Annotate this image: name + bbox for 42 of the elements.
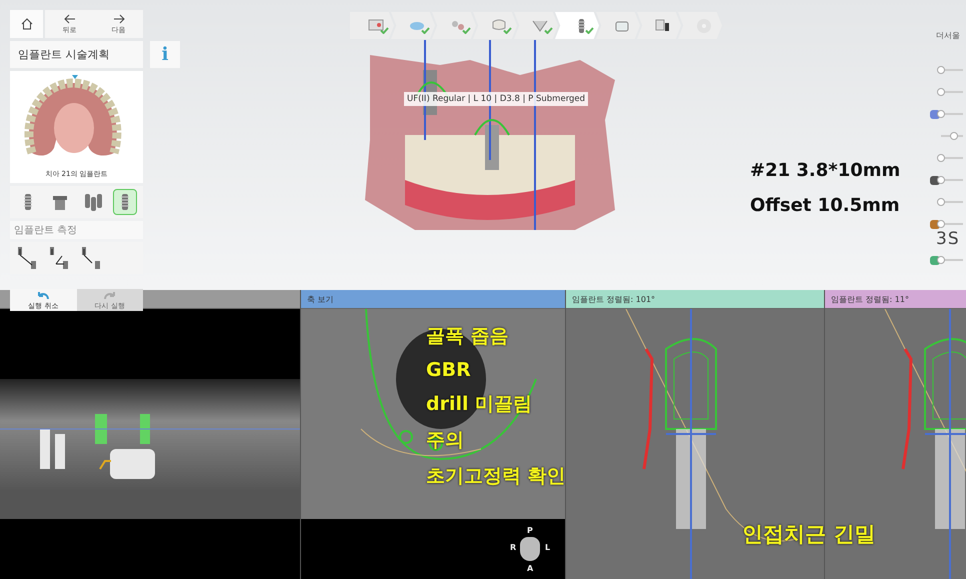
measure-tool-button[interactable]: [16, 246, 38, 270]
slider-thumb[interactable]: [937, 198, 945, 206]
annotation-note: 골폭 좁음: [426, 324, 510, 349]
home-icon: [20, 18, 32, 30]
slider-thumb[interactable]: [937, 154, 945, 162]
view-title: 임플란트 정렬됨: 101°: [572, 294, 656, 304]
workflow-step[interactable]: [637, 12, 681, 39]
arrow-icon: [112, 14, 124, 24]
redo-arrow-icon: [102, 290, 117, 300]
slider-thumb[interactable]: [937, 220, 945, 228]
slider-thumb[interactable]: [937, 66, 945, 74]
view-title: 임플란트 정렬됨: 11°: [831, 294, 909, 304]
section-title: 임플란트 측정: [10, 221, 143, 239]
orientation-label: A: [527, 564, 534, 573]
measure-icon: [48, 246, 70, 270]
implant-tool-button[interactable]: [114, 190, 136, 214]
slider-thumb[interactable]: [950, 132, 958, 140]
arrow-icon: [64, 14, 76, 24]
annotation-note: 초기고정력 확인: [426, 464, 565, 489]
undo-arrow-icon: [36, 290, 50, 300]
implant-icon: [82, 191, 103, 213]
slider-thumb[interactable]: [937, 176, 945, 184]
home-button[interactable]: [10, 10, 43, 38]
slider-thumb[interactable]: [937, 88, 945, 96]
annotation-text: Offset 10.5mm: [750, 195, 900, 216]
measure-icon: [16, 246, 38, 270]
panel-title: 임플란트 시술계획: [10, 41, 143, 68]
panel-title: 더서울: [936, 30, 960, 41]
measure-icon: [80, 246, 102, 270]
orientation-label: L: [545, 543, 550, 552]
implant-tooltip: UF(II) Regular | L 10 | D3.8 | P Submerged: [404, 92, 588, 106]
slider-thumb[interactable]: [937, 256, 945, 264]
annotation-note: GBR: [426, 359, 472, 381]
annotation-text: #21 3.8*10mm: [750, 160, 900, 181]
annotation-note: 주의: [426, 428, 465, 453]
orientation-label: R: [510, 543, 516, 552]
measure-tool-button[interactable]: [48, 246, 70, 270]
orientation-label: P: [527, 526, 533, 535]
measure-tool-button[interactable]: [80, 246, 102, 270]
view-title: 축 보기: [307, 294, 334, 304]
model-label: 3S: [936, 229, 960, 249]
slider-thumb[interactable]: [937, 110, 945, 118]
